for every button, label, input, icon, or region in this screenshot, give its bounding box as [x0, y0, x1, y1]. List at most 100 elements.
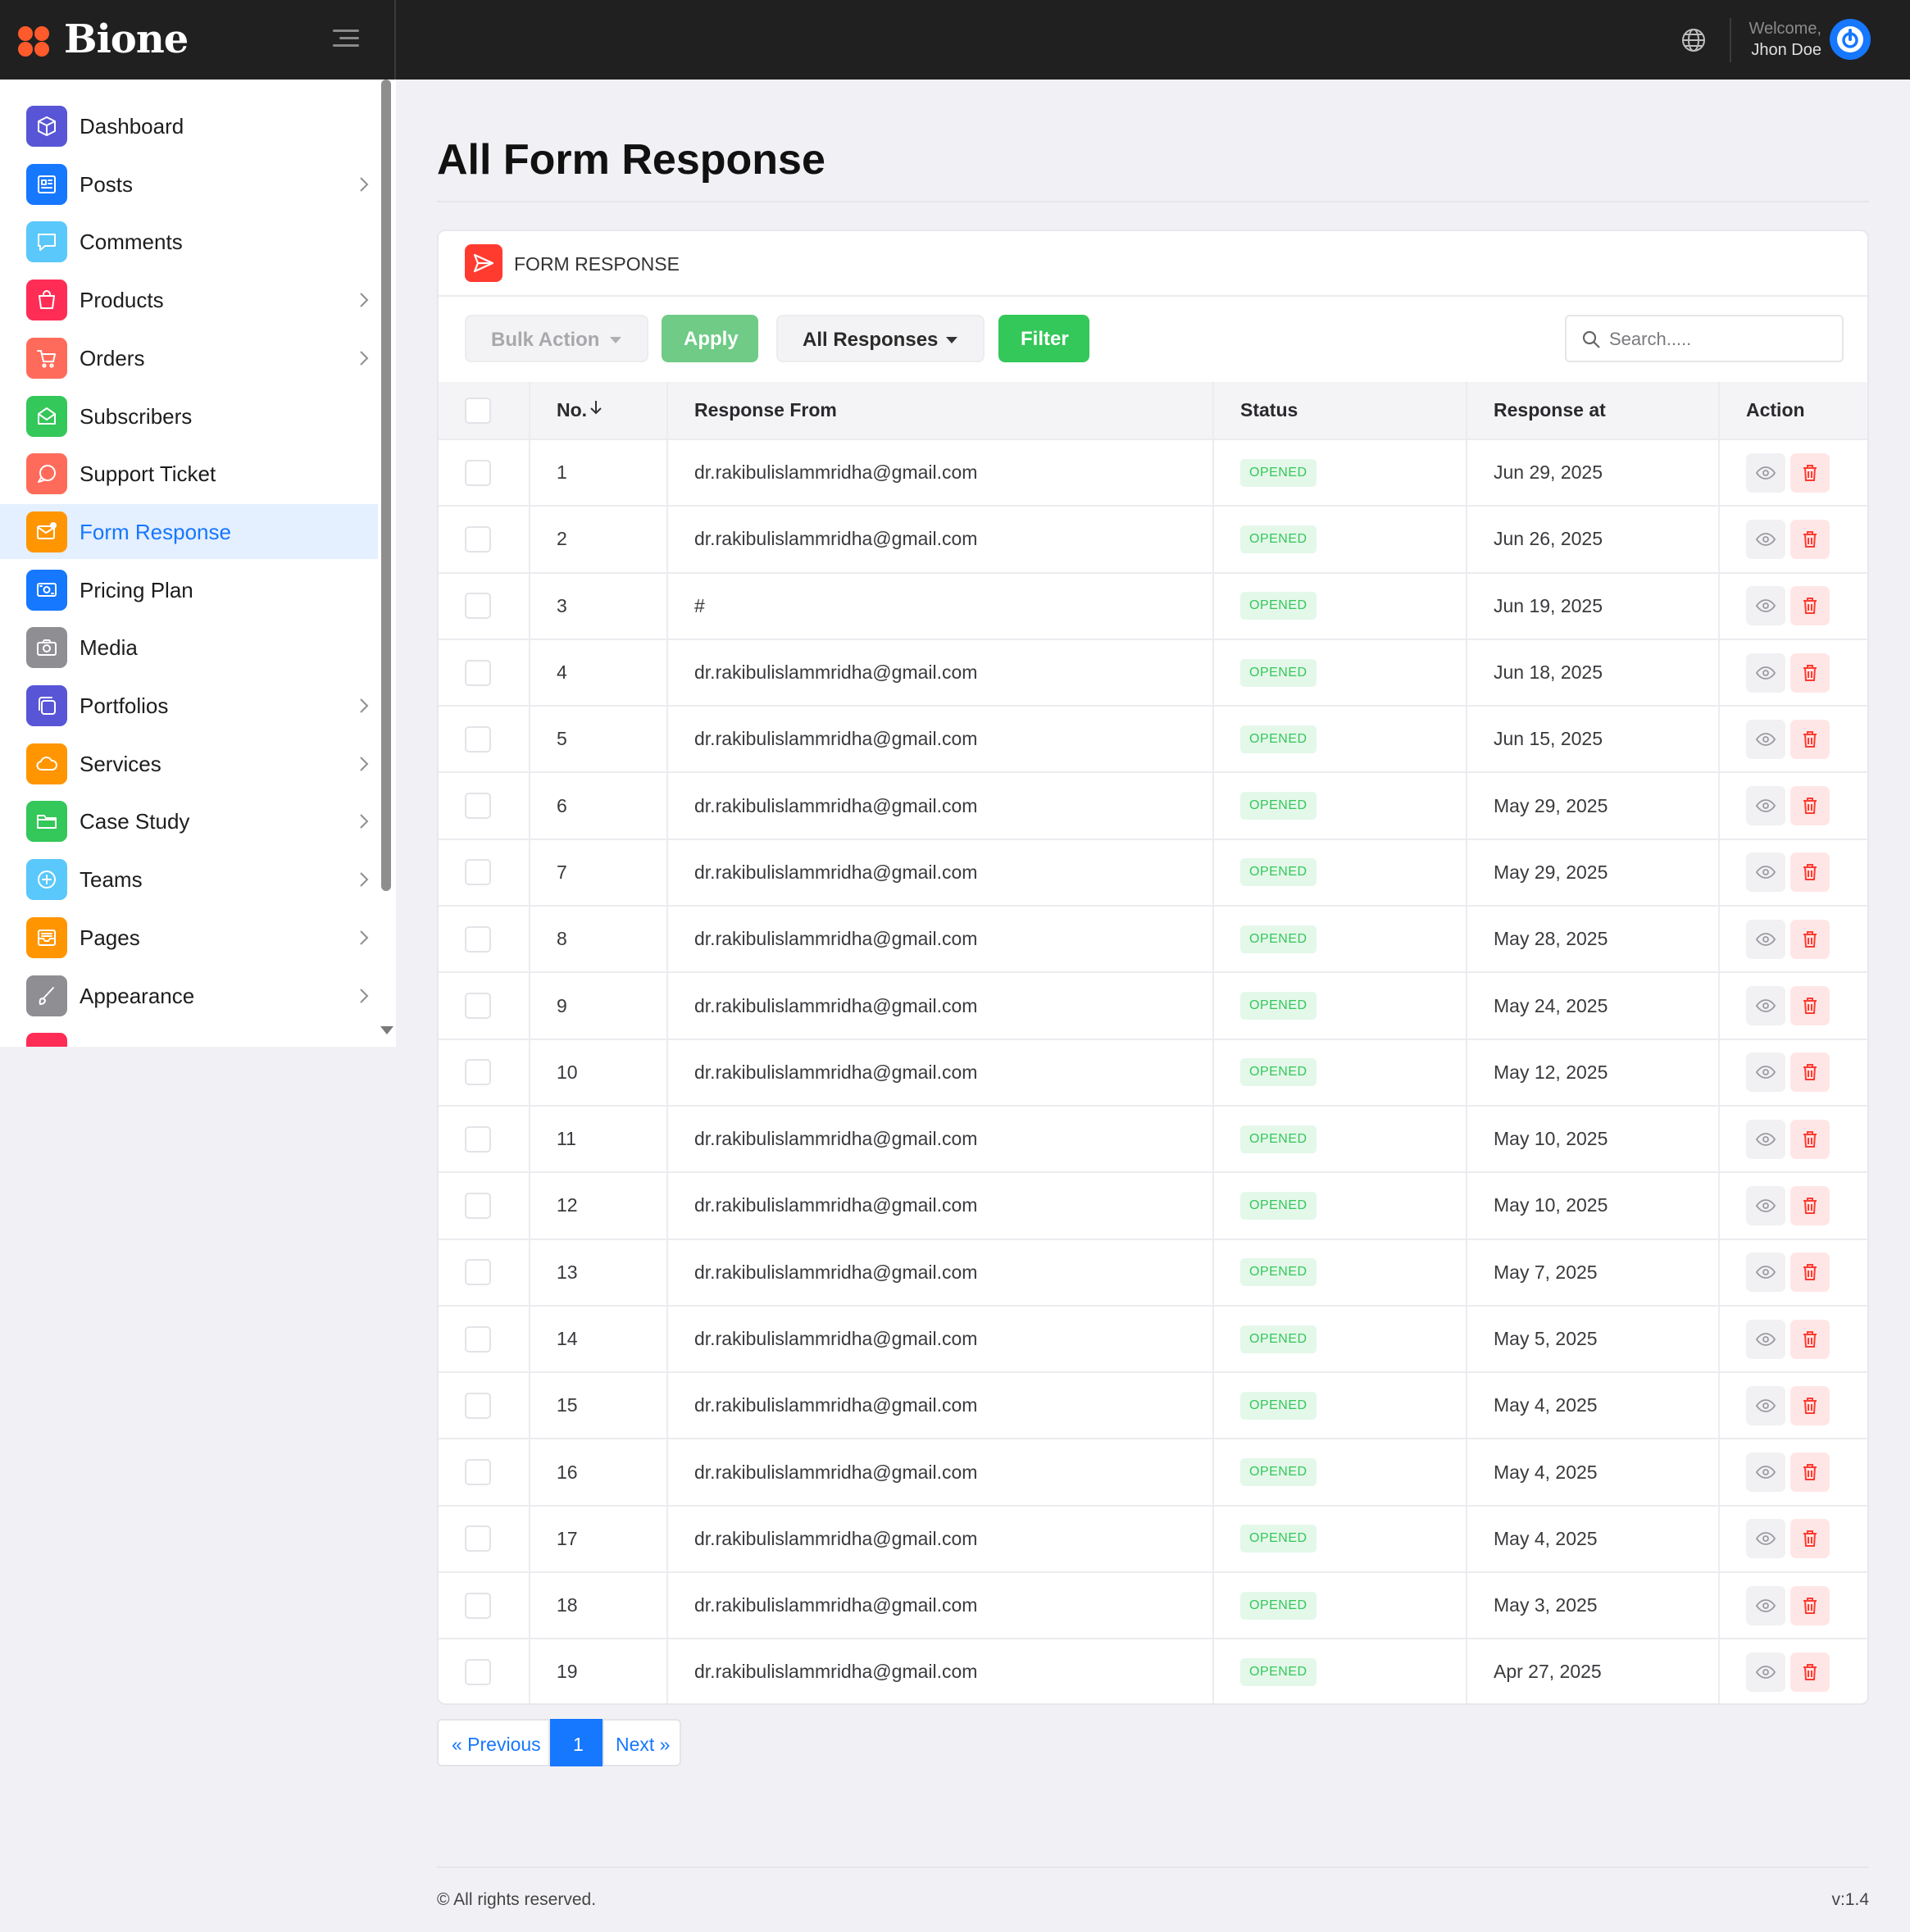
view-button[interactable] [1746, 852, 1785, 893]
view-button[interactable] [1746, 1585, 1785, 1625]
row-actions [1719, 1239, 1867, 1307]
row-checkbox[interactable] [465, 725, 491, 752]
view-button[interactable] [1746, 519, 1785, 559]
pagination-previous[interactable]: « Previous [437, 1719, 550, 1766]
sidebar-item-pricing-plan[interactable]: Pricing Plan [0, 562, 378, 617]
row-checkbox[interactable] [465, 925, 491, 952]
scroll-down-icon[interactable] [380, 1026, 393, 1034]
row-number: 7 [530, 839, 668, 907]
delete-button[interactable] [1790, 1185, 1830, 1225]
avatar[interactable] [1830, 19, 1871, 60]
sidebar-item-orders[interactable]: Orders [0, 330, 378, 385]
sidebar-item-support-ticket[interactable]: Support Ticket [0, 446, 378, 501]
view-button[interactable] [1746, 452, 1785, 493]
sidebar-item-posts[interactable]: Posts [0, 157, 378, 211]
view-button[interactable] [1746, 986, 1785, 1026]
sidebar-item-portfolios[interactable]: Portfolios [0, 678, 378, 733]
row-checkbox[interactable] [465, 1259, 491, 1286]
bulk-action-select[interactable]: Bulk Action [465, 315, 648, 362]
sidebar-item-case-study[interactable]: Case Study [0, 793, 378, 848]
delete-button[interactable] [1790, 919, 1830, 959]
delete-button[interactable] [1790, 1119, 1830, 1159]
pagination-next[interactable]: Next » [603, 1719, 681, 1766]
delete-button[interactable] [1790, 1519, 1830, 1559]
row-checkbox[interactable] [465, 1325, 491, 1352]
sidebar-item-form-response[interactable]: Form Response [0, 503, 378, 559]
select-all-checkbox[interactable] [465, 397, 491, 424]
view-button[interactable] [1746, 919, 1785, 959]
responses-filter-select[interactable]: All Responses [776, 315, 985, 362]
row-checkbox[interactable] [465, 993, 491, 1020]
row-checkbox[interactable] [465, 593, 491, 620]
row-checkbox[interactable] [465, 525, 491, 552]
delete-button[interactable] [1790, 786, 1830, 826]
sidebar-item-comments[interactable]: Comments [0, 214, 378, 269]
sidebar-item-appearance[interactable]: Appearance [0, 968, 378, 1023]
pagination-page-1[interactable]: 1 [550, 1719, 603, 1766]
sidebar-item-pages[interactable]: Pages [0, 910, 378, 965]
view-button[interactable] [1746, 719, 1785, 759]
row-status-cell: OPENED [1213, 1505, 1467, 1574]
row-checkbox[interactable] [465, 793, 491, 820]
view-button[interactable] [1746, 1252, 1785, 1293]
chevron-right-icon [359, 292, 369, 312]
filter-button[interactable]: Filter [998, 315, 1089, 362]
delete-button[interactable] [1790, 519, 1830, 559]
delete-button[interactable] [1790, 1052, 1830, 1093]
row-checkbox[interactable] [465, 659, 491, 686]
search-input[interactable] [1609, 325, 1830, 354]
delete-button[interactable] [1790, 986, 1830, 1026]
view-button[interactable] [1746, 1385, 1785, 1425]
view-button[interactable] [1746, 1052, 1785, 1093]
view-button[interactable] [1746, 1319, 1785, 1359]
view-button[interactable] [1746, 1519, 1785, 1559]
delete-button[interactable] [1790, 1652, 1830, 1692]
delete-button[interactable] [1790, 1319, 1830, 1359]
sidebar-item-dashboard[interactable]: Dashboard [0, 98, 378, 153]
row-response-at: May 4, 2025 [1467, 1439, 1720, 1507]
row-response-from: dr.rakibulislammridha@gmail.com [667, 772, 1214, 840]
delete-button[interactable] [1790, 852, 1830, 893]
sidebar-scrollbar[interactable] [381, 80, 391, 891]
filter-label: Filter [1021, 328, 1069, 350]
column-header-response-at: Response at [1467, 382, 1720, 440]
row-checkbox[interactable] [465, 459, 491, 486]
view-button[interactable] [1746, 1652, 1785, 1692]
sidebar-item-products[interactable]: Products [0, 272, 378, 327]
row-checkbox[interactable] [465, 1125, 491, 1152]
delete-button[interactable] [1790, 652, 1830, 693]
view-button[interactable] [1746, 786, 1785, 826]
view-button[interactable] [1746, 586, 1785, 626]
sidebar-item-media[interactable]: Media [0, 620, 378, 675]
globe-icon[interactable] [1680, 27, 1707, 53]
delete-button[interactable] [1790, 719, 1830, 759]
folder-icon [26, 801, 67, 843]
sidebar-item-teams[interactable]: Teams [0, 852, 378, 907]
row-checkbox[interactable] [465, 1592, 491, 1619]
delete-button[interactable] [1790, 452, 1830, 493]
row-response-at: May 29, 2025 [1467, 772, 1720, 840]
table-row: 19 dr.rakibulislammridha@gmail.com OPENED A… [439, 1639, 1867, 1703]
delete-button[interactable] [1790, 1385, 1830, 1425]
view-button[interactable] [1746, 1185, 1785, 1225]
sidebar-item-subscribers[interactable]: Subscribers [0, 389, 378, 443]
row-checkbox[interactable] [465, 1658, 491, 1685]
row-checkbox[interactable] [465, 1525, 491, 1552]
delete-button[interactable] [1790, 1452, 1830, 1493]
column-header-no[interactable]: No. [530, 382, 668, 440]
apply-button[interactable]: Apply [662, 315, 758, 362]
delete-button[interactable] [1790, 1585, 1830, 1625]
sidebar-item-services[interactable]: Services [0, 736, 378, 791]
row-checkbox[interactable] [465, 1392, 491, 1419]
row-checkbox[interactable] [465, 859, 491, 886]
delete-button[interactable] [1790, 586, 1830, 626]
row-checkbox[interactable] [465, 1059, 491, 1086]
row-checkbox[interactable] [465, 1459, 491, 1486]
view-button[interactable] [1746, 652, 1785, 693]
row-checkbox[interactable] [465, 1192, 491, 1219]
responses-filter-label: All Responses [803, 329, 939, 351]
delete-button[interactable] [1790, 1252, 1830, 1293]
view-button[interactable] [1746, 1452, 1785, 1493]
view-button[interactable] [1746, 1119, 1785, 1159]
menu-toggle-icon[interactable] [333, 30, 359, 51]
